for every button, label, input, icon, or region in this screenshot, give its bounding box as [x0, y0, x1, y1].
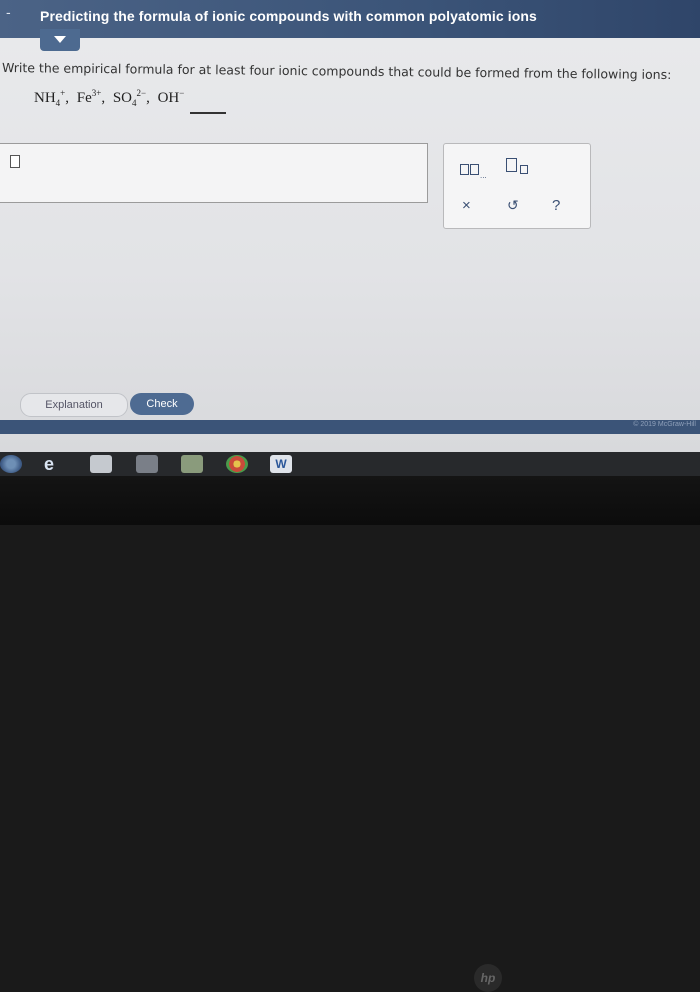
screen: - Predicting the formula of ionic compou… [0, 0, 700, 452]
ion-sulfate: SO42−, [112, 88, 150, 108]
hp-logo: hp [474, 964, 502, 992]
help-button[interactable]: ? [552, 197, 560, 214]
chrome-icon[interactable] [226, 455, 248, 473]
file-explorer-icon[interactable] [90, 455, 112, 473]
chevron-down-icon [54, 36, 66, 43]
edge-icon[interactable]: e [44, 455, 66, 473]
expand-dropdown-button[interactable] [40, 29, 80, 51]
copyright-text: © 2019 McGraw-Hill [633, 421, 696, 428]
media-icon[interactable] [136, 455, 158, 473]
ion-iron: Fe3+, [76, 88, 106, 106]
subscript-icon[interactable] [506, 158, 532, 176]
ion-hydroxide: OH− [157, 88, 185, 106]
footer-bar [0, 420, 700, 434]
word-icon[interactable]: W [270, 455, 292, 473]
question-instructions: Write the empirical formula for at least… [1, 60, 672, 83]
header-dash: - [6, 4, 11, 20]
answer-input[interactable] [0, 143, 428, 203]
header-bar: - Predicting the formula of ionic compou… [0, 0, 700, 38]
chemical-formula-icon[interactable]: ... [460, 162, 494, 180]
laptop-bezel: hp [0, 476, 700, 992]
windows-icon[interactable] [0, 455, 22, 473]
clear-button[interactable]: × [462, 197, 471, 214]
explanation-button[interactable]: Explanation [20, 393, 128, 417]
ion-list: NH4+, Fe3+, SO42−, OH− [34, 88, 188, 108]
input-cursor-box [10, 155, 20, 168]
photos-icon[interactable] [181, 455, 203, 473]
check-button[interactable]: Check [130, 393, 194, 415]
answer-tools-panel: ... × ↺ ? [443, 143, 591, 229]
ion-underline [190, 112, 226, 114]
page-title: Predicting the formula of ionic compound… [40, 8, 537, 24]
ion-ammonium: NH4+, [34, 88, 69, 108]
undo-button[interactable]: ↺ [507, 197, 519, 214]
